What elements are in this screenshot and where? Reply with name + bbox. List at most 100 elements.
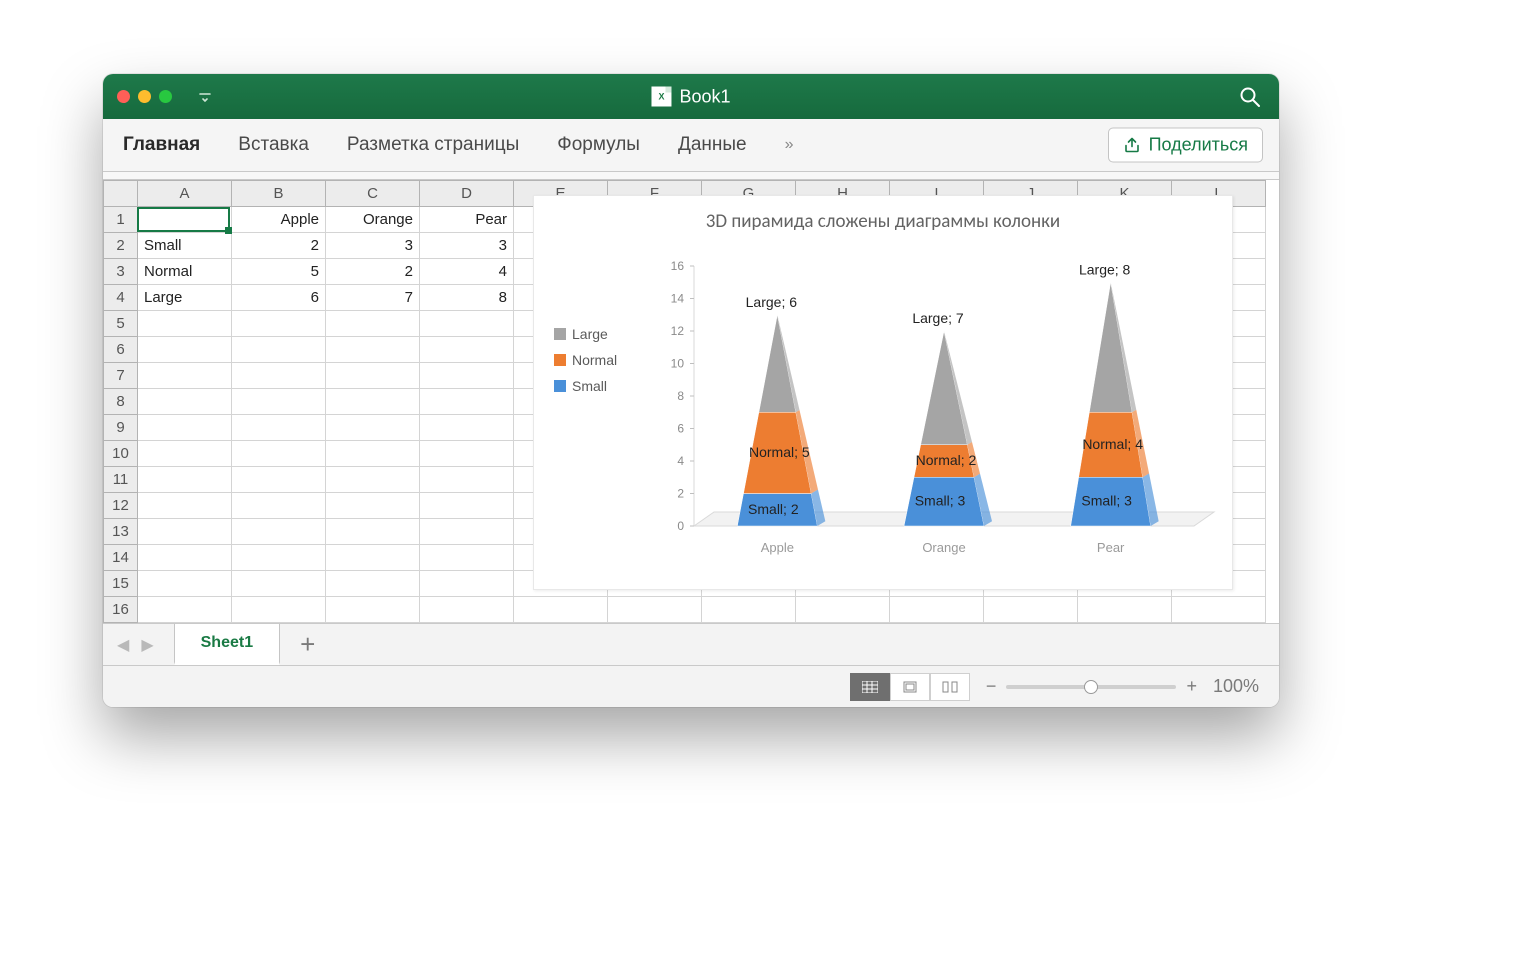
view-normal-icon[interactable] bbox=[850, 673, 890, 701]
row-header[interactable]: 16 bbox=[104, 597, 138, 623]
sheet-nav-next-icon[interactable]: ▶ bbox=[135, 635, 159, 655]
cell[interactable] bbox=[326, 363, 420, 389]
view-page-break-icon[interactable] bbox=[930, 673, 970, 701]
add-sheet-button[interactable]: + bbox=[280, 629, 335, 660]
cell[interactable] bbox=[796, 597, 890, 623]
tabs-overflow-icon[interactable]: » bbox=[785, 136, 794, 154]
cell[interactable] bbox=[138, 415, 232, 441]
cell[interactable] bbox=[326, 311, 420, 337]
search-icon[interactable] bbox=[1239, 86, 1261, 108]
tab-formulas[interactable]: Формулы bbox=[557, 134, 640, 156]
cell[interactable] bbox=[420, 415, 514, 441]
row-header[interactable]: 4 bbox=[104, 285, 138, 311]
view-page-layout-icon[interactable] bbox=[890, 673, 930, 701]
cell[interactable] bbox=[138, 519, 232, 545]
cell[interactable] bbox=[514, 597, 608, 623]
col-header[interactable]: D bbox=[420, 181, 514, 207]
cell[interactable]: 2 bbox=[326, 259, 420, 285]
zoom-slider-thumb[interactable] bbox=[1084, 680, 1098, 694]
cell[interactable] bbox=[232, 519, 326, 545]
cell[interactable] bbox=[326, 571, 420, 597]
cell[interactable] bbox=[326, 337, 420, 363]
row-header[interactable]: 7 bbox=[104, 363, 138, 389]
legend-item[interactable]: Small bbox=[554, 378, 617, 394]
sheet-nav-prev-icon[interactable]: ◀ bbox=[111, 635, 135, 655]
maximize-icon[interactable] bbox=[159, 90, 172, 103]
cell[interactable]: Normal bbox=[138, 259, 232, 285]
cell[interactable] bbox=[326, 519, 420, 545]
embedded-chart[interactable]: 3D пирамида сложены диаграммы колонки 02… bbox=[533, 195, 1233, 590]
cell[interactable] bbox=[232, 415, 326, 441]
cell[interactable] bbox=[326, 597, 420, 623]
cell[interactable]: Orange bbox=[326, 207, 420, 233]
tab-insert[interactable]: Вставка bbox=[238, 134, 309, 156]
cell[interactable]: 5 bbox=[232, 259, 326, 285]
row-header[interactable]: 14 bbox=[104, 545, 138, 571]
cell[interactable] bbox=[138, 337, 232, 363]
minimize-icon[interactable] bbox=[138, 90, 151, 103]
cell[interactable]: Pear bbox=[420, 207, 514, 233]
cell[interactable]: 7 bbox=[326, 285, 420, 311]
cell[interactable] bbox=[138, 467, 232, 493]
cell[interactable] bbox=[326, 441, 420, 467]
cell[interactable]: Large bbox=[138, 285, 232, 311]
cell[interactable] bbox=[1172, 597, 1266, 623]
cell[interactable] bbox=[420, 571, 514, 597]
cell[interactable] bbox=[232, 571, 326, 597]
tab-page-layout[interactable]: Разметка страницы bbox=[347, 134, 519, 156]
cell[interactable] bbox=[420, 493, 514, 519]
row-header[interactable]: 6 bbox=[104, 337, 138, 363]
row-header[interactable]: 8 bbox=[104, 389, 138, 415]
cell[interactable] bbox=[326, 545, 420, 571]
cell[interactable] bbox=[232, 493, 326, 519]
cell[interactable] bbox=[138, 207, 232, 233]
cell[interactable] bbox=[232, 337, 326, 363]
cell[interactable]: 3 bbox=[420, 233, 514, 259]
zoom-out-button[interactable]: − bbox=[986, 676, 997, 697]
cell[interactable] bbox=[420, 441, 514, 467]
cell[interactable] bbox=[1078, 597, 1172, 623]
cell[interactable] bbox=[232, 597, 326, 623]
legend-item[interactable]: Normal bbox=[554, 352, 617, 368]
cell[interactable] bbox=[138, 311, 232, 337]
cell[interactable] bbox=[138, 493, 232, 519]
worksheet-area[interactable]: ABCDEFGHIJKL1AppleOrangePear2Small2333No… bbox=[103, 180, 1279, 623]
share-button[interactable]: Поделиться bbox=[1108, 128, 1263, 163]
cell[interactable] bbox=[232, 311, 326, 337]
cell[interactable]: 3 bbox=[326, 233, 420, 259]
cell[interactable] bbox=[984, 597, 1078, 623]
row-header[interactable]: 2 bbox=[104, 233, 138, 259]
cell[interactable] bbox=[138, 363, 232, 389]
select-all-corner[interactable] bbox=[104, 181, 138, 207]
cell[interactable]: Small bbox=[138, 233, 232, 259]
tab-home[interactable]: Главная bbox=[123, 134, 200, 156]
legend-item[interactable]: Large bbox=[554, 326, 617, 342]
row-header[interactable]: 15 bbox=[104, 571, 138, 597]
cell[interactable]: 4 bbox=[420, 259, 514, 285]
cell[interactable] bbox=[420, 519, 514, 545]
sheet-tab-active[interactable]: Sheet1 bbox=[174, 624, 280, 665]
cell[interactable] bbox=[138, 389, 232, 415]
cell[interactable] bbox=[232, 467, 326, 493]
zoom-in-button[interactable]: + bbox=[1186, 676, 1197, 697]
close-icon[interactable] bbox=[117, 90, 130, 103]
customize-toolbar-icon[interactable] bbox=[198, 90, 212, 104]
row-header[interactable]: 5 bbox=[104, 311, 138, 337]
cell[interactable] bbox=[702, 597, 796, 623]
cell[interactable] bbox=[326, 467, 420, 493]
row-header[interactable]: 3 bbox=[104, 259, 138, 285]
cell[interactable]: 2 bbox=[232, 233, 326, 259]
col-header[interactable]: B bbox=[232, 181, 326, 207]
tab-data[interactable]: Данные bbox=[678, 134, 747, 156]
cell[interactable] bbox=[420, 311, 514, 337]
row-header[interactable]: 10 bbox=[104, 441, 138, 467]
cell[interactable] bbox=[232, 389, 326, 415]
cell[interactable] bbox=[420, 363, 514, 389]
cell[interactable] bbox=[138, 545, 232, 571]
cell[interactable] bbox=[420, 545, 514, 571]
cell[interactable] bbox=[138, 597, 232, 623]
cell[interactable] bbox=[420, 467, 514, 493]
cell[interactable] bbox=[326, 493, 420, 519]
cell[interactable] bbox=[420, 337, 514, 363]
cell[interactable] bbox=[890, 597, 984, 623]
